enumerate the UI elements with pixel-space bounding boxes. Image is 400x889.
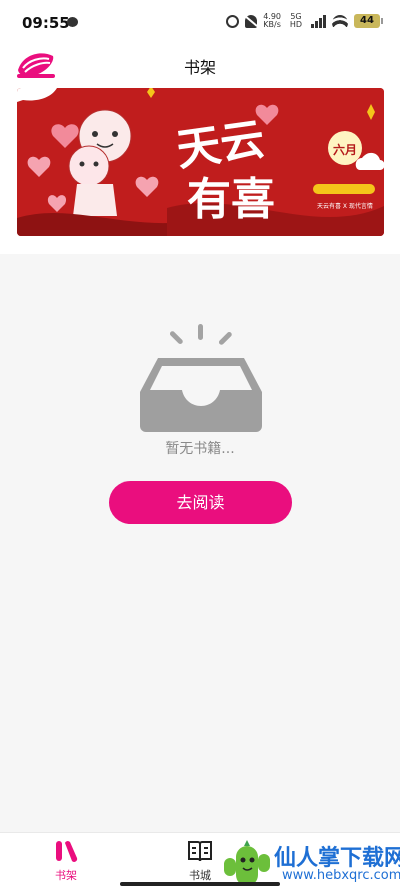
promo-banner[interactable]: 天云 有喜 六月 天云有喜 X 现代言情 [17,88,384,236]
wifi-icon [332,15,348,27]
bookstore-icon [188,841,212,862]
watermark-url: www.hebxqrc.com [282,868,400,883]
status-icons: 4.90 KB/s 5G HD 44 [226,12,383,29]
banner-caption: 天云有喜 X 现代言情 [317,202,373,210]
page-title: 书架 [183,58,216,77]
network-type: 5G HD [289,12,303,29]
mute-bell-icon [245,14,258,28]
go-read-button[interactable]: 去阅读 [109,481,292,524]
tab-bookshelf[interactable]: 书架 [36,837,96,883]
alarm-icon [226,14,240,28]
bookshelf-icon [56,841,78,862]
tab-bookshelf-label: 书架 [55,869,77,882]
tab-bookstore-label: 书城 [189,869,211,882]
network-speed-unit: KB/s [263,20,281,29]
home-indicator[interactable] [120,882,280,886]
tab-bookstore[interactable]: 书城 [170,837,230,883]
cactus-logo-icon [224,840,270,886]
message-notification-icon [67,17,78,27]
network-speed: 4.90 KB/s [263,13,281,29]
status-time: 09:55 [22,14,70,32]
empty-message: 暂无书籍... [165,441,235,457]
cell-signal-icon [311,14,326,28]
status-bar: 09:55 4.90 KB/s 5G HD 44 [0,0,400,46]
bookshelf-main: 暂无书籍... 去阅读 [0,254,400,832]
watermark: 仙人掌下载网 www.hebxqrc.com [222,838,400,886]
empty-tray-icon [140,324,262,432]
app-header: 书架 [0,46,400,86]
banner-illustration: 天云 有喜 六月 天云有喜 X 现代言情 [17,88,384,236]
banner-badge: 六月 [333,142,357,157]
banner-area: 天云 有喜 六月 天云有喜 X 现代言情 [0,86,400,254]
banner-headline-2: 有喜 [187,174,275,225]
battery-icon: 44 [354,14,383,28]
